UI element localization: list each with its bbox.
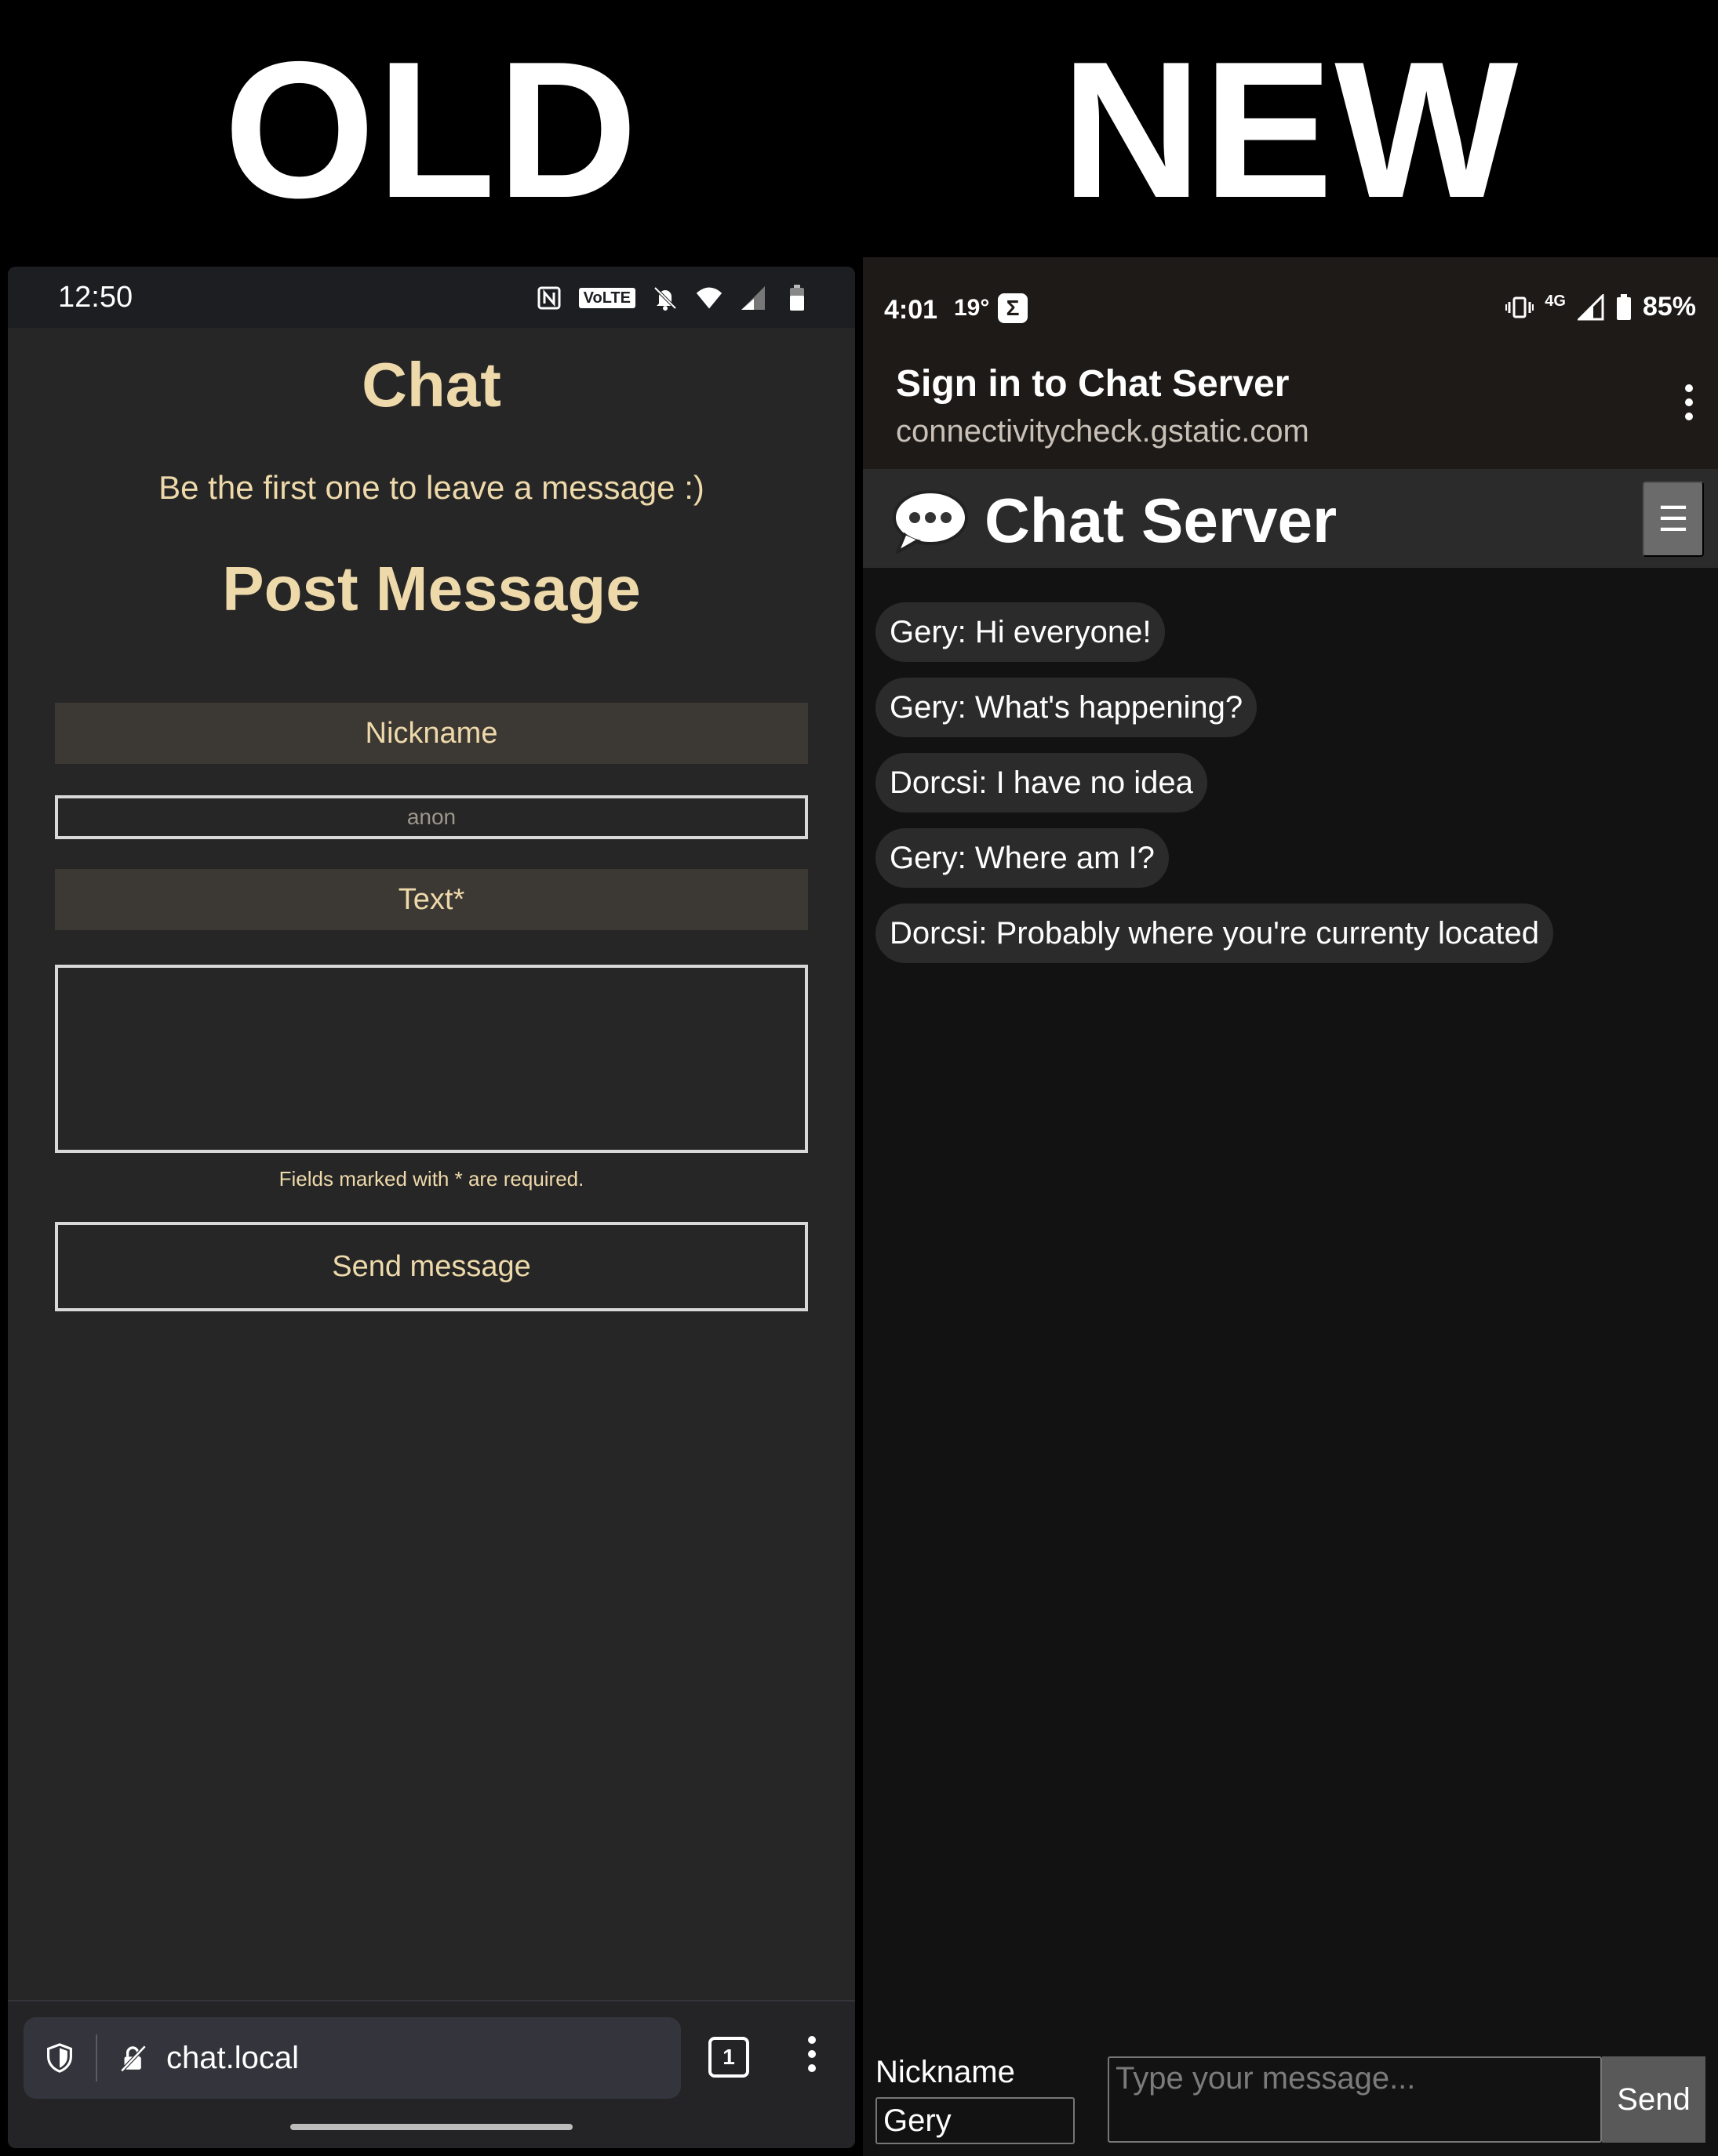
message-input[interactable]	[1108, 2056, 1602, 2143]
status-icons: VoLTE	[535, 284, 811, 312]
nickname-input[interactable]	[55, 795, 808, 839]
shield-icon[interactable]	[45, 2043, 74, 2073]
nickname-label: Nickname	[875, 2055, 1015, 2089]
old-phone-screen: 12:50 VoLTE Chat Be the first one to lea…	[8, 267, 855, 2148]
network-type: 4G	[1545, 293, 1566, 310]
bell-off-icon	[651, 284, 679, 312]
message-bubble: Dorcsi: Probably where you're currenty l…	[875, 903, 1554, 963]
message-list: Gery: Hi everyone! Gery: What's happenin…	[875, 602, 1554, 963]
nfc-icon	[535, 284, 563, 312]
speech-bubble-icon	[891, 488, 970, 558]
battery-icon	[1616, 293, 1632, 322]
volte-icon: VoLTE	[578, 288, 635, 308]
old-banner: OLD	[224, 20, 639, 238]
new-banner: NEW	[1061, 20, 1520, 238]
url-text[interactable]: chat.local	[166, 2041, 299, 2076]
page-title: Chat	[362, 350, 501, 420]
status-time: 4:01	[884, 295, 938, 325]
empty-state-text: Be the first one to leave a message :)	[158, 469, 704, 506]
browser-toolbar: chat.local 1	[8, 2000, 855, 2148]
nickname-input[interactable]	[875, 2097, 1075, 2144]
signal-icon	[1577, 293, 1605, 322]
status-bar: 4:01 19° Σ 4G 85%	[863, 257, 1718, 344]
nickname-label: Nickname	[55, 703, 808, 764]
send-button[interactable]: Send	[1602, 2056, 1705, 2143]
status-icons: 4G 85%	[1505, 292, 1696, 322]
captive-portal-title: Sign in to Chat Server	[896, 363, 1290, 405]
app-title: Chat Server	[985, 485, 1338, 555]
message-bubble: Gery: Where am I?	[875, 828, 1169, 888]
message-composer: Nickname Send	[863, 2045, 1718, 2156]
battery-icon	[783, 284, 811, 312]
text-label: Text*	[55, 869, 808, 930]
message-bubble: Gery: What's happening?	[875, 678, 1258, 737]
tabs-icon[interactable]: 1	[708, 2037, 749, 2078]
message-bubble: Dorcsi: I have no idea	[875, 753, 1207, 813]
app-header: Chat Server ☰	[863, 469, 1718, 568]
status-temperature: 19°	[954, 295, 990, 321]
required-note: Fields marked with * are required.	[278, 1167, 584, 1191]
insecure-lock-icon[interactable]	[119, 2044, 147, 2073]
captive-portal-url: connectivitycheck.gstatic.com	[896, 414, 1309, 449]
message-textarea[interactable]	[55, 965, 808, 1153]
home-indicator	[290, 2124, 573, 2130]
battery-percent: 85%	[1642, 292, 1696, 322]
send-message-button[interactable]: Send message	[55, 1222, 808, 1311]
vibrate-icon	[1505, 293, 1534, 322]
signal-icon	[739, 284, 767, 312]
new-phone-screen: 4:01 19° Σ 4G 85% Sign in to Chat Server…	[863, 257, 1718, 2156]
captive-portal-header: 4:01 19° Σ 4G 85% Sign in to Chat Server…	[863, 257, 1718, 469]
post-message-heading: Post Message	[222, 554, 641, 624]
url-bar[interactable]: chat.local	[24, 2017, 681, 2099]
status-bar: 12:50 VoLTE	[8, 267, 855, 328]
hamburger-menu-button[interactable]: ☰	[1643, 482, 1704, 557]
more-vert-icon[interactable]	[806, 2034, 817, 2078]
url-bar-divider	[96, 2034, 97, 2081]
app-notification-icon: Σ	[998, 293, 1028, 323]
message-bubble: Gery: Hi everyone!	[875, 602, 1166, 662]
tab-count: 1	[723, 2045, 735, 2069]
more-vert-icon[interactable]	[1683, 383, 1694, 426]
wifi-icon	[695, 284, 723, 312]
status-time: 12:50	[58, 281, 133, 314]
